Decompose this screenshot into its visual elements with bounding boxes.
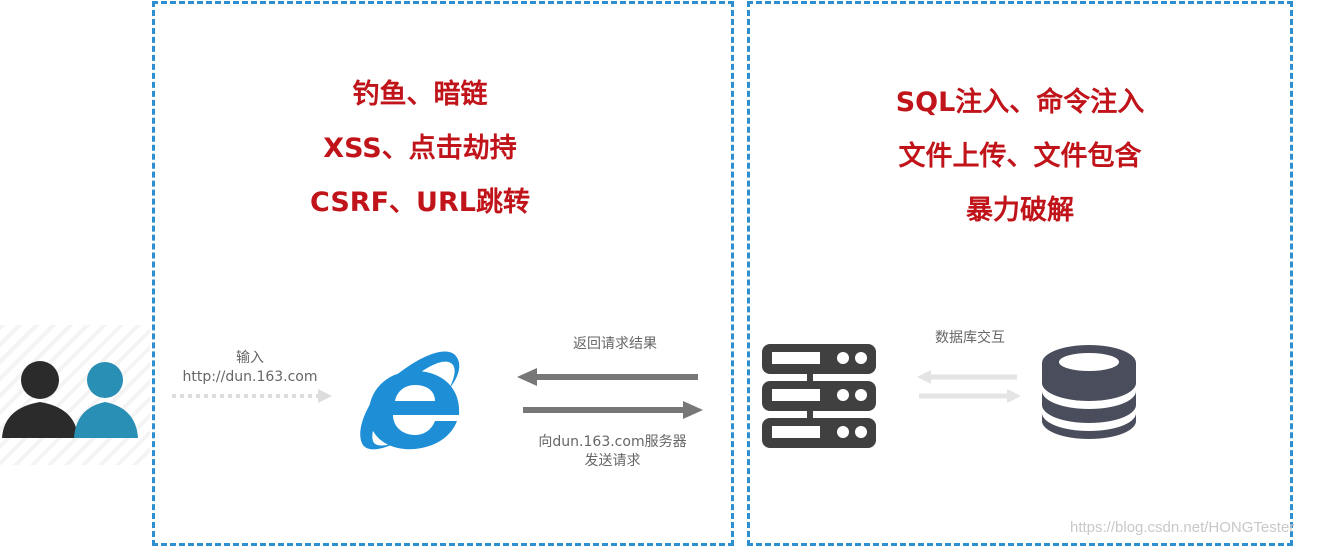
request-label: 向dun.163.com服务器 (538, 434, 687, 450)
input-label: 输入 (236, 350, 264, 366)
dotted-arrow (172, 389, 332, 403)
ie-browser-icon (360, 351, 460, 450)
attack-line: SQL注入、命令注入 (895, 87, 1145, 118)
db-interaction-label: 数据库交互 (935, 330, 1005, 346)
watermark: https://blog.csdn.net/HONGTester (1070, 519, 1295, 536)
attack-line: 钓鱼、暗链 (352, 79, 488, 110)
attack-line: XSS、点击劫持 (323, 133, 517, 164)
request-response-arrows (517, 368, 703, 419)
database-icon (1042, 345, 1136, 439)
request-label-group: 向dun.163.com服务器 发送请求 (510, 433, 715, 471)
client-attacks: 钓鱼、暗链 XSS、点击劫持 CSRF、URL跳转 (250, 68, 590, 230)
input-label-group: 输入 http://dun.163.com (160, 349, 340, 387)
attack-line: 暴力破解 (966, 195, 1074, 226)
attack-line: 文件上传、文件包含 (898, 141, 1142, 172)
input-url: http://dun.163.com (182, 369, 318, 385)
server-icon (762, 344, 876, 448)
users-icon (2, 361, 138, 438)
db-arrows (917, 370, 1021, 403)
request-label: 发送请求 (584, 453, 641, 469)
attack-line: CSRF、URL跳转 (310, 187, 530, 218)
server-attacks: SQL注入、命令注入 文件上传、文件包含 暴力破解 (840, 76, 1200, 238)
response-label: 返回请求结果 (573, 336, 657, 352)
